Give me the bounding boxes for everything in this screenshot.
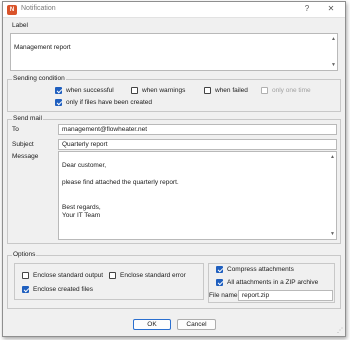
enclose-created-files-label: Enclose created files xyxy=(33,286,93,293)
when-warnings-label: when warnings xyxy=(142,87,186,94)
label-input[interactable]: Management report ▲ ▼ xyxy=(10,33,338,71)
only-if-files-created-label: only if files have been created xyxy=(66,99,152,106)
help-button[interactable]: ? xyxy=(301,4,313,13)
when-successful-label: when successful xyxy=(66,87,114,94)
title-bar: N Notification ? ✕ xyxy=(3,2,345,18)
subject-label: Subject xyxy=(12,141,34,148)
resize-grip-icon[interactable]: ⋰ xyxy=(337,327,343,334)
enclose-standard-error-checkbox[interactable] xyxy=(109,272,116,279)
sending-condition-group xyxy=(7,79,341,112)
all-in-zip-checkbox[interactable] xyxy=(216,279,223,286)
when-warnings-checkbox[interactable] xyxy=(131,87,138,94)
to-label: To xyxy=(12,126,19,133)
when-failed-label: when failed xyxy=(215,87,248,94)
when-successful-checkbox[interactable] xyxy=(55,87,62,94)
cancel-button[interactable]: Cancel xyxy=(177,319,216,330)
when-failed-checkbox[interactable] xyxy=(204,87,211,94)
message-text: Dear customer, please find attached the … xyxy=(62,162,179,220)
subject-input[interactable]: Quarterly report xyxy=(58,139,337,150)
enclose-standard-error-label: Enclose standard error xyxy=(120,272,186,279)
send-mail-title: Send mail xyxy=(12,115,43,122)
ok-button[interactable]: OK xyxy=(133,319,171,330)
window-title: Notification xyxy=(21,5,56,12)
app-icon: N xyxy=(7,5,17,15)
scroll-down-icon[interactable]: ▼ xyxy=(331,61,336,69)
scroll-up-icon[interactable]: ▲ xyxy=(331,35,336,43)
sending-condition-title: Sending condition xyxy=(12,75,66,82)
options-title: Options xyxy=(12,251,37,258)
file-name-label: File name xyxy=(209,292,238,299)
compress-attachments-label: Compress attachments xyxy=(227,266,294,273)
enclose-created-files-checkbox[interactable] xyxy=(22,286,29,293)
enclose-options-box xyxy=(14,263,204,300)
notification-dialog: N Notification ? ✕ Label Management repo… xyxy=(2,1,346,337)
enclose-standard-output-label: Enclose standard output xyxy=(33,272,104,279)
label-input-value: Management report xyxy=(14,44,71,52)
message-label: Message xyxy=(12,153,39,160)
all-in-zip-label: All attachments in a ZIP archive xyxy=(227,279,319,286)
to-input[interactable]: management@flowheater.net xyxy=(58,124,337,135)
file-name-input[interactable]: report.zip xyxy=(238,290,333,301)
compress-attachments-checkbox[interactable] xyxy=(216,266,223,273)
enclose-standard-output-checkbox[interactable] xyxy=(22,272,29,279)
message-textarea[interactable]: Dear customer, please find attached the … xyxy=(58,151,337,240)
only-one-time-checkbox[interactable] xyxy=(261,87,268,94)
message-scroll-up-icon[interactable]: ▲ xyxy=(330,153,335,161)
only-one-time-label: only one time xyxy=(272,87,311,94)
close-button[interactable]: ✕ xyxy=(325,4,337,13)
message-scroll-down-icon[interactable]: ▼ xyxy=(330,230,335,238)
only-if-files-created-checkbox[interactable] xyxy=(55,99,62,106)
label-section-title: Label xyxy=(12,22,28,29)
